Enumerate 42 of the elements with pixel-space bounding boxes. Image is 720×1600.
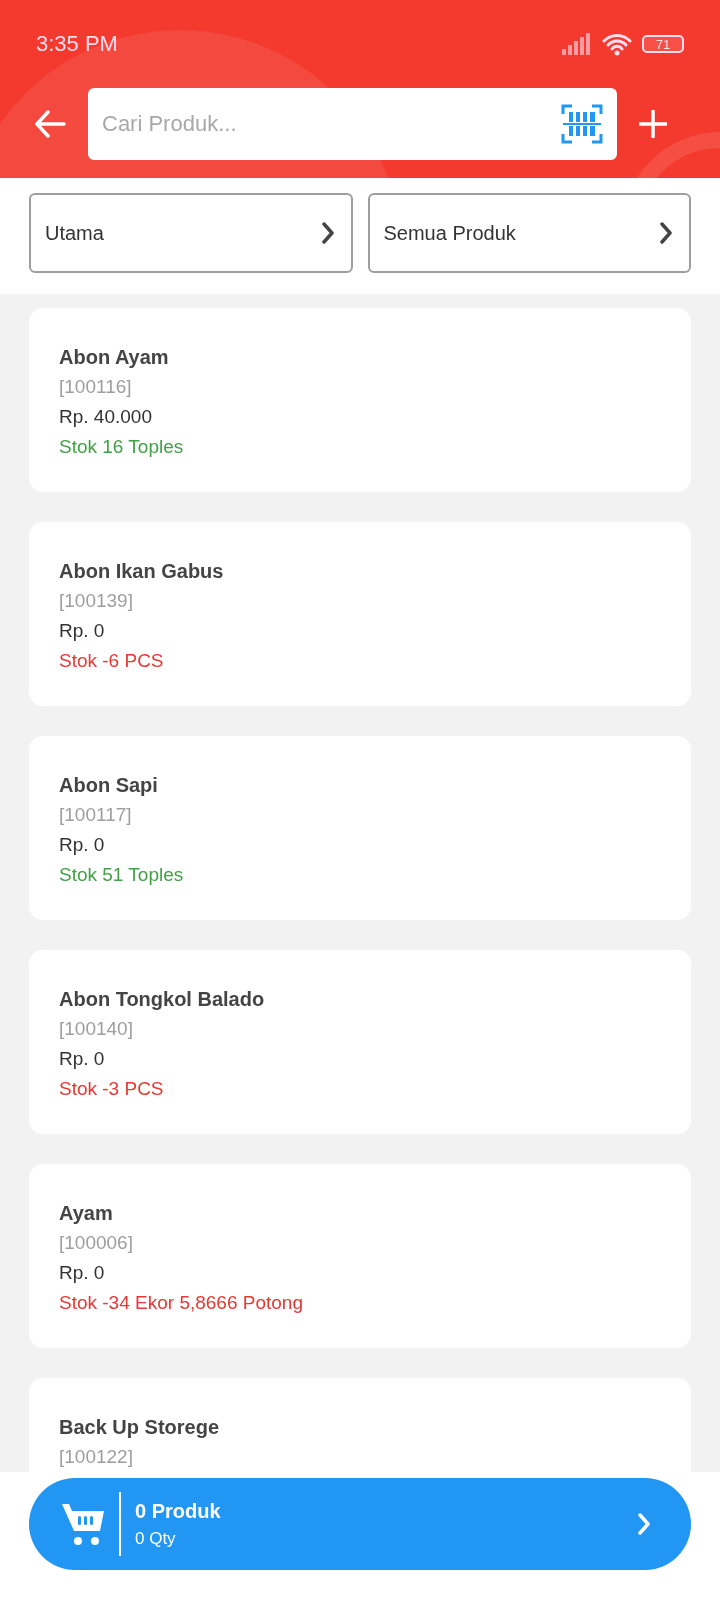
product-name: Abon Ikan Gabus	[59, 559, 225, 584]
add-icon[interactable]	[639, 110, 667, 138]
barcode-scan-icon[interactable]	[561, 104, 603, 144]
product-price: Rp. 0	[59, 833, 106, 857]
product-code: [100140]	[59, 1017, 134, 1041]
product-card[interactable]: Back Up Storege [100122]	[29, 1378, 691, 1472]
product-name: Ayam	[59, 1201, 114, 1226]
product-price: Rp. 0	[59, 619, 106, 643]
status-time: 3:35 PM	[36, 31, 118, 57]
cart-icon	[61, 1501, 107, 1547]
stock-label: Stok 16 Toples	[59, 435, 185, 459]
product-code: [100139]	[59, 589, 134, 613]
stock-label: Stok -6 PCS	[59, 649, 165, 673]
product-code: [100006]	[59, 1231, 134, 1255]
chevron-right-icon	[637, 1512, 651, 1536]
product-price: Rp. 0	[59, 1047, 106, 1071]
stock-label: Stok -3 PCS	[59, 1077, 165, 1101]
product-card[interactable]: Abon Tongkol Balado [100140] Rp. 0 Stok -3 PCS	[29, 950, 691, 1134]
product-price: Rp. 40.000	[59, 405, 153, 429]
product-card[interactable]: Abon Sapi [100117] Rp. 0 Stok 51 Toples	[29, 736, 691, 920]
filter-dropdown[interactable]: Utama	[29, 193, 353, 273]
product-name: Abon Tongkol Balado	[59, 987, 266, 1012]
battery-indicator: 71	[642, 35, 684, 53]
back-arrow-icon[interactable]	[34, 110, 66, 138]
product-code: [100122]	[59, 1445, 134, 1469]
wifi-icon	[602, 32, 632, 56]
product-card[interactable]: Ayam [100006] Rp. 0 Stok -34 Ekor 5,8666 Potong	[29, 1164, 691, 1348]
chevron-right-icon	[659, 222, 673, 244]
product-name: Back Up Storege	[59, 1415, 221, 1440]
chevron-right-icon	[320, 222, 335, 244]
filter-dropdown[interactable]: Semua Produk	[367, 193, 691, 273]
stock-label: Stok 51 Toples	[59, 863, 185, 887]
product-code: [100116]	[59, 375, 133, 399]
product-name: Abon Ayam	[59, 345, 170, 370]
product-name: Abon Sapi	[59, 773, 159, 798]
product-card[interactable]: Abon Ayam [100116] Rp. 40.000 Stok 16 Toples	[29, 308, 691, 492]
product-card[interactable]: Abon Ikan Gabus [100139] Rp. 0 Stok -6 PCS	[29, 522, 691, 706]
search-field[interactable]: Cari Produk...	[88, 88, 617, 160]
product-price: Rp. 0	[59, 1261, 106, 1285]
stock-label: Stok -34 Ekor 5,8666 Potong	[59, 1291, 304, 1315]
signal-icon	[562, 33, 592, 55]
product-code: [100117]	[59, 803, 133, 827]
